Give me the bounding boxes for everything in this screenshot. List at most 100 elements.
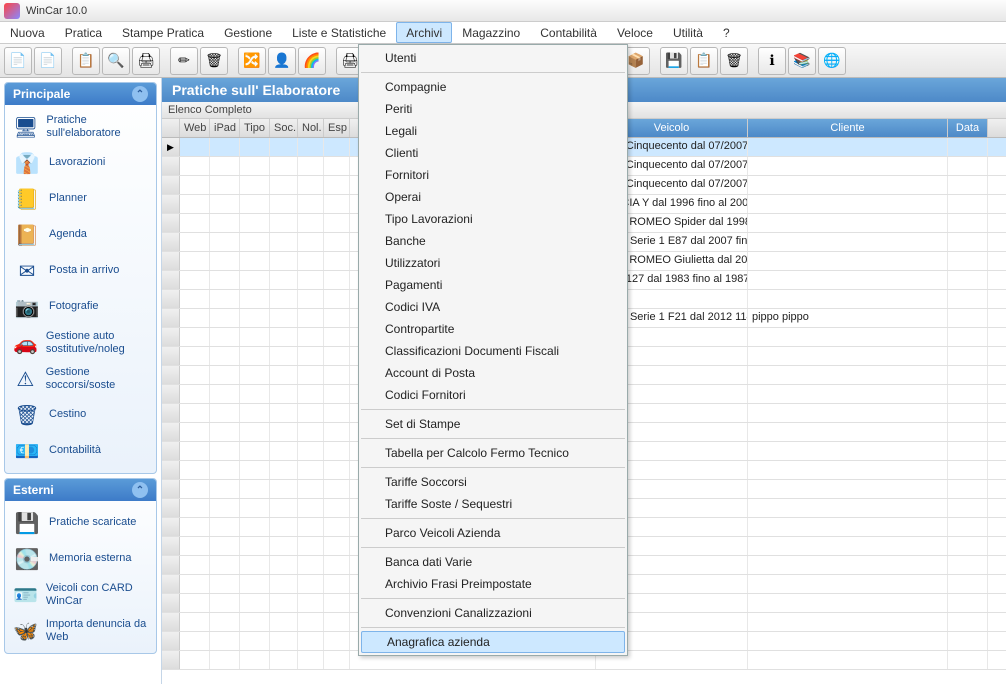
sidebar-item-3[interactable]: 📔Agenda [5,217,156,253]
sidebar-item-1[interactable]: 💽Memoria esterna [5,541,156,577]
dropdown-item[interactable]: Parco Veicoli Azienda [359,522,627,544]
sidebar-item-0[interactable]: 💾Pratiche scaricate [5,505,156,541]
sidebar-item-4[interactable]: ✉Posta in arrivo [5,253,156,289]
menu-pratica[interactable]: Pratica [55,22,112,43]
menu-contabilit[interactable]: Contabilità [530,22,607,43]
dropdown-item[interactable]: Tariffe Soste / Sequestri [359,493,627,515]
dropdown-item[interactable]: Set di Stampe [359,413,627,435]
cell-web [180,328,210,346]
dropdown-item[interactable]: Banca dati Varie [359,551,627,573]
cell-ipad [210,385,240,403]
col-esp[interactable]: Esp [324,119,350,137]
toolbar-btn-4[interactable]: 🖨 [132,47,160,75]
menu-utilit[interactable]: Utilità [663,22,713,43]
cell-esp [324,271,350,289]
cell-nol [298,423,324,441]
cell-nol [298,651,324,669]
dropdown-item[interactable]: Pagamenti [359,274,627,296]
dropdown-item[interactable]: Utenti [359,47,627,69]
dropdown-item[interactable]: Archivio Frasi Preimpostate [359,573,627,595]
menu-nuova[interactable]: Nuova [0,22,55,43]
dropdown-item[interactable]: Codici Fornitori [359,384,627,406]
sidebar-label: Fotografie [49,300,99,313]
menu-archivi[interactable]: Archivi [396,22,452,43]
menu-[interactable]: ? [713,22,740,43]
toolbar-btn-25[interactable]: 🌐 [818,47,846,75]
dropdown-item[interactable]: Fornitori [359,164,627,186]
dropdown-item[interactable]: Utilizzatori [359,252,627,274]
dropdown-item[interactable]: Tabella per Calcolo Fermo Tecnico [359,442,627,464]
cell-data [948,575,988,593]
sidebar-item-8[interactable]: 🗑Cestino [5,397,156,433]
menu-veloce[interactable]: Veloce [607,22,663,43]
cell-web [180,195,210,213]
sidebar-item-2[interactable]: 📒Planner [5,181,156,217]
sidebar-item-6[interactable]: 🚗Gestione auto sostitutive/noleg [5,325,156,361]
dropdown-item[interactable]: Convenzioni Canalizzazioni [359,602,627,624]
dropdown-item[interactable]: Contropartite [359,318,627,340]
toolbar-btn-6[interactable]: 🗑 [200,47,228,75]
col-web[interactable]: Web [180,119,210,137]
toolbar-btn-8[interactable]: 👤 [268,47,296,75]
cell-web [180,632,210,650]
sidebar-item-5[interactable]: 📷Fotografie [5,289,156,325]
cell-nol [298,138,324,156]
cell-soc [270,328,298,346]
sidebar-item-2[interactable]: 🪪Veicoli con CARD WinCar [5,577,156,613]
menu-magazzino[interactable]: Magazzino [452,22,530,43]
toolbar-btn-9[interactable]: 🌈 [298,47,326,75]
toolbar-btn-0[interactable]: 📄 [4,47,32,75]
cell-cliente [748,252,948,270]
col-cliente[interactable]: Cliente [748,119,948,137]
dropdown-item[interactable]: Classificazioni Documenti Fiscali [359,340,627,362]
dropdown-item[interactable]: Anagrafica azienda [361,631,625,653]
toolbar-btn-5[interactable]: ✏ [170,47,198,75]
toolbar-btn-22[interactable]: 🗑 [720,47,748,75]
sidebar-item-7[interactable]: ⚠Gestione soccorsi/soste [5,361,156,397]
cell-cliente [748,632,948,650]
cell-data [948,651,988,669]
toolbar-btn-21[interactable]: 📋 [690,47,718,75]
cell-web [180,176,210,194]
dropdown-item[interactable]: Periti [359,98,627,120]
dropdown-item[interactable]: Compagnie [359,76,627,98]
menu-gestione[interactable]: Gestione [214,22,282,43]
sidebar-item-3[interactable]: 🦋Importa denuncia da Web [5,613,156,649]
cell-esp [324,404,350,422]
toolbar-btn-24[interactable]: 📚 [788,47,816,75]
dropdown-item[interactable]: Tariffe Soccorsi [359,471,627,493]
cell-data [948,233,988,251]
toolbar-btn-1[interactable]: 📄 [34,47,62,75]
row-indicator [162,594,180,612]
col-data[interactable]: Data [948,119,988,137]
panel-header-principale[interactable]: Principale ⌃ [5,83,156,105]
cell-ipad [210,271,240,289]
panel-header-esterni[interactable]: Esterni ⌃ [5,479,156,501]
menu-listeestatistiche[interactable]: Liste e Statistiche [282,22,396,43]
dropdown-item[interactable]: Operai [359,186,627,208]
dropdown-item[interactable]: Account di Posta [359,362,627,384]
dropdown-item[interactable]: Tipo Lavorazioni [359,208,627,230]
dropdown-item[interactable]: Legali [359,120,627,142]
col-soc[interactable]: Soc. [270,119,298,137]
sidebar-label: Importa denuncia da Web [46,618,148,644]
app-title: WinCar 10.0 [26,5,87,17]
col-ipad[interactable]: iPad [210,119,240,137]
menu-stampepratica[interactable]: Stampe Pratica [112,22,214,43]
toolbar-btn-7[interactable]: 🔀 [238,47,266,75]
dropdown-item[interactable]: Clienti [359,142,627,164]
toolbar-btn-23[interactable]: ℹ [758,47,786,75]
sidebar-item-0[interactable]: 🖥Pratiche sull'elaboratore [5,109,156,145]
col-nol[interactable]: Nol. [298,119,324,137]
toolbar-btn-20[interactable]: 💾 [660,47,688,75]
cell-nol [298,176,324,194]
sidebar-item-9[interactable]: 💶Contabilità [5,433,156,469]
toolbar-btn-2[interactable]: 📋 [72,47,100,75]
sidebar-item-1[interactable]: 👔Lavorazioni [5,145,156,181]
dropdown-item[interactable]: Codici IVA [359,296,627,318]
dropdown-item[interactable]: Banche [359,230,627,252]
col-tipo[interactable]: Tipo [240,119,270,137]
dropdown-separator [361,627,625,628]
toolbar-btn-3[interactable]: 🔍 [102,47,130,75]
cell-soc [270,233,298,251]
